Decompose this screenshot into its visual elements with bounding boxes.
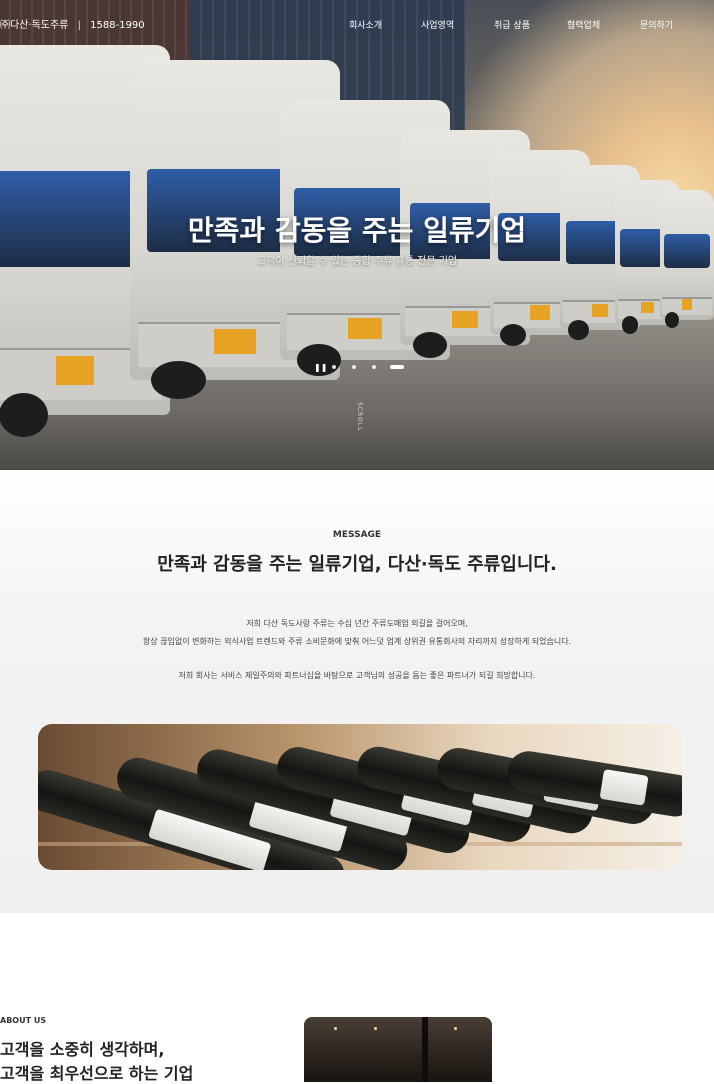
message-paragraph-line: 항상 끊임없이 변화하는 외식사업 트렌드와 주류 소비문화에 맞춰 어느덧 업…	[142, 637, 572, 646]
nav-item-products[interactable]: 취급 상품	[494, 18, 530, 31]
wine-cellar-image	[304, 1017, 492, 1082]
section-title: 만족과 감동을 주는 일류기업, 다산·독도 주류입니다.	[157, 554, 557, 575]
slide-dot[interactable]	[352, 365, 356, 369]
hero-banner: ㈜다산·독도주류 | 1588-1990 회사소개 사업영역 취급 상품 협력업…	[0, 0, 714, 470]
nav-item-business[interactable]: 사업영역	[421, 18, 454, 31]
hero-title: 만족과 감동을 주는 일류기업	[187, 214, 527, 247]
slide-pager: ❚❚	[310, 362, 410, 372]
nav-item-company[interactable]: 회사소개	[349, 18, 382, 31]
slide-dot[interactable]	[332, 365, 336, 369]
about-label: ABOUT US	[0, 1016, 47, 1025]
slide-dot-active[interactable]	[390, 365, 404, 369]
slide-dot[interactable]	[372, 365, 376, 369]
about-title-line: 고객을 소중히 생각하며,	[0, 1040, 165, 1059]
message-paragraph: 저희 회사는 서비스 제일주의와 파트너십을 바탕으로 고객님의 성공을 돕는 …	[178, 671, 536, 680]
hero-subtitle: 고객이 신뢰할 수 있는 종합 주류 유통 전문 기업	[256, 256, 458, 267]
pause-icon[interactable]: ❚❚	[314, 363, 327, 372]
section-label: MESSAGE	[332, 530, 382, 540]
logo-text: ㈜다산·독도주류	[0, 20, 69, 31]
logo-separator: |	[77, 20, 81, 31]
company-logo[interactable]: ㈜다산·독도주류 | 1588-1990	[0, 16, 145, 31]
nav-item-contact[interactable]: 문의하기	[640, 18, 673, 31]
wine-bottles-image	[38, 724, 682, 870]
message-section: MESSAGE 만족과 감동을 주는 일류기업, 다산·독도 주류입니다. 저희…	[0, 470, 714, 913]
top-navigation: ㈜다산·독도주류 | 1588-1990 회사소개 사업영역 취급 상품 협력업…	[0, 0, 714, 46]
about-title-line: 고객을 최우선으로 하는 기업	[0, 1064, 194, 1083]
nav-item-partners[interactable]: 협력업체	[567, 18, 600, 31]
message-paragraph-line: 저희 다산 독도사랑 주류는 수십 년간 주류도매업 외길을 걸어오며,	[246, 619, 468, 628]
scroll-indicator: SCROLL	[356, 402, 363, 432]
phone-number: 1588-1990	[90, 20, 145, 31]
